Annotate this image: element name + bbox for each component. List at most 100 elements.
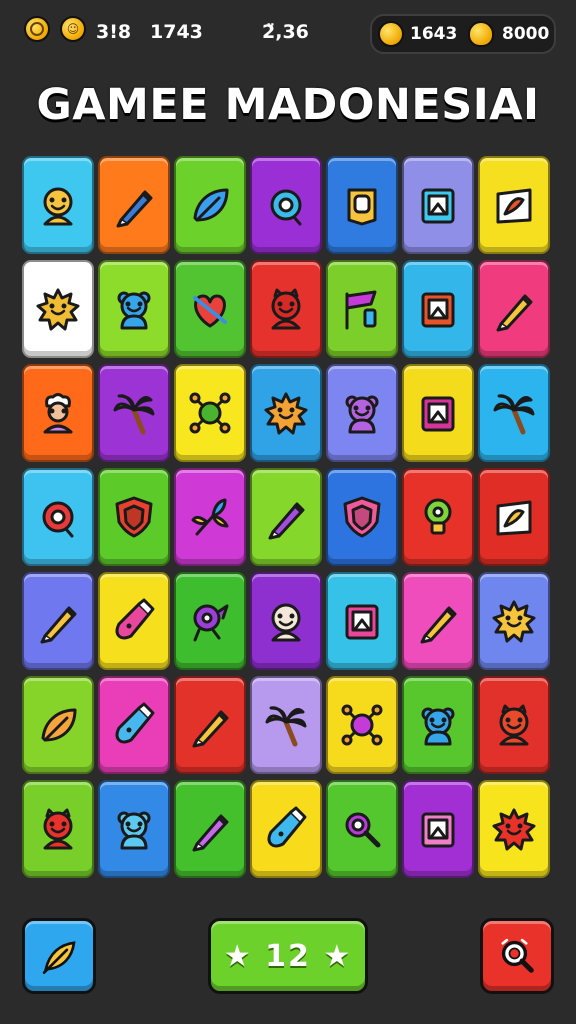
hud-center-value: 2̈,36 [262, 21, 309, 43]
game-tile[interactable] [22, 468, 94, 566]
pen-icon [420, 606, 457, 644]
leaf-icon [41, 708, 77, 742]
smiley-coin-icon: ☺ [60, 16, 86, 42]
game-tile[interactable] [22, 260, 94, 358]
gem-icon [468, 21, 494, 47]
bottle-icon [115, 598, 155, 640]
game-tile[interactable] [22, 364, 94, 462]
game-tile[interactable] [250, 780, 322, 878]
monster-icon [271, 288, 301, 330]
sun-icon [492, 600, 536, 643]
face-icon [43, 187, 73, 226]
game-tile[interactable] [478, 780, 550, 878]
game-tile[interactable] [98, 676, 170, 774]
frame-icon [345, 604, 379, 640]
gems-value: 8000 [502, 24, 550, 44]
game-tile[interactable] [22, 676, 94, 774]
game-tile[interactable] [402, 364, 474, 462]
game-tile[interactable] [174, 676, 246, 774]
shield-icon [343, 496, 381, 538]
heart-icon [193, 294, 227, 328]
pen-icon [268, 502, 305, 540]
game-tile[interactable] [250, 364, 322, 462]
chef-icon [43, 393, 73, 434]
score-counter-button[interactable]: ★ 12 ★ [208, 918, 368, 994]
pen-icon [116, 190, 153, 228]
game-tile[interactable] [98, 468, 170, 566]
monster-icon [499, 704, 529, 746]
game-tile[interactable] [326, 676, 398, 774]
shield-icon [115, 496, 153, 538]
flower-icon [191, 498, 229, 536]
game-tile[interactable] [174, 260, 246, 358]
bulb-icon [424, 498, 452, 535]
hud-value-2: 1743 [150, 21, 203, 43]
game-tile[interactable] [250, 572, 322, 670]
bear-icon [117, 811, 151, 850]
game-tile[interactable] [98, 260, 170, 358]
palm-icon [113, 394, 155, 435]
game-tile[interactable] [402, 572, 474, 670]
game-tile[interactable] [22, 780, 94, 878]
game-tile[interactable] [478, 468, 550, 566]
game-tile[interactable] [478, 260, 550, 358]
game-tile[interactable] [250, 156, 322, 254]
game-tile[interactable] [250, 468, 322, 566]
game-tile[interactable] [402, 260, 474, 358]
game-tile[interactable] [402, 156, 474, 254]
frame-icon [421, 188, 455, 224]
game-tile[interactable] [98, 364, 170, 462]
leaf-icon [193, 188, 229, 222]
pen-icon [192, 710, 229, 748]
bug-icon [341, 704, 383, 746]
game-tile[interactable] [326, 780, 398, 878]
game-tile[interactable] [478, 364, 550, 462]
game-tile[interactable] [326, 468, 398, 566]
bear-icon [117, 291, 151, 330]
search-button[interactable] [480, 918, 554, 994]
game-tile[interactable] [98, 780, 170, 878]
game-tile[interactable] [326, 156, 398, 254]
magnifier-icon [501, 938, 534, 973]
sun-icon [36, 288, 80, 331]
top-hud: ☺ 3!8 1743 2̈,36 1643 8000 [0, 8, 576, 56]
game-tile[interactable] [402, 468, 474, 566]
hint-button[interactable] [22, 918, 96, 994]
settings-coin-icon[interactable] [24, 16, 50, 42]
game-tile[interactable] [326, 364, 398, 462]
badge-icon [347, 188, 377, 226]
game-tile[interactable] [250, 676, 322, 774]
game-tile[interactable] [22, 156, 94, 254]
bug-icon [189, 392, 231, 434]
game-tile[interactable] [174, 780, 246, 878]
pen-icon [40, 606, 77, 644]
game-tile[interactable] [22, 572, 94, 670]
picture-icon [496, 188, 532, 224]
coin-icon [378, 21, 404, 47]
game-tile[interactable] [326, 572, 398, 670]
bear-icon [421, 707, 455, 746]
game-tile[interactable] [98, 156, 170, 254]
frame-icon [421, 396, 455, 432]
game-tile[interactable] [402, 780, 474, 878]
game-tile[interactable] [98, 572, 170, 670]
picture-icon [496, 500, 532, 536]
game-tile[interactable] [174, 156, 246, 254]
game-tile[interactable] [174, 468, 246, 566]
game-tile[interactable] [174, 572, 246, 670]
coins-value: 1643 [410, 24, 458, 44]
game-tile[interactable] [478, 156, 550, 254]
hud-value-1: 3!8 [96, 21, 132, 43]
score-counter-label: ★ 12 ★ [223, 938, 353, 974]
game-tile[interactable] [478, 676, 550, 774]
game-tile[interactable] [478, 572, 550, 670]
game-tile[interactable] [402, 676, 474, 774]
ring-icon [42, 501, 74, 538]
bird-icon [193, 604, 229, 642]
game-tile[interactable] [174, 364, 246, 462]
pen-icon [192, 814, 229, 852]
game-tile[interactable] [250, 260, 322, 358]
frame-icon [421, 812, 455, 848]
ring-icon [270, 189, 302, 226]
game-tile[interactable] [326, 260, 398, 358]
